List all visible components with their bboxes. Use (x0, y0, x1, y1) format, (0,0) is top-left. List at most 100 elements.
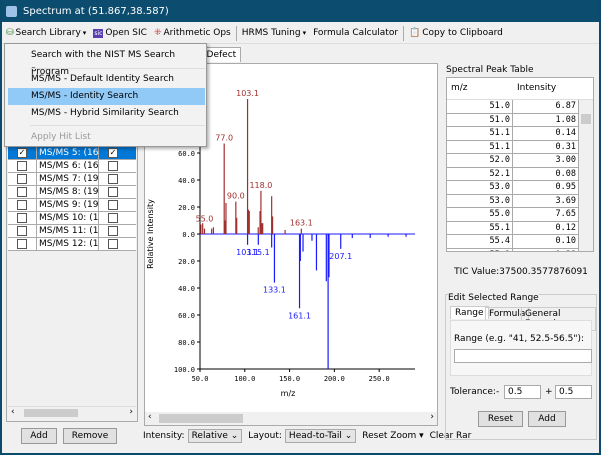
peak-table-row[interactable]: 51.1 0.14 (447, 127, 593, 141)
intensity-cell: 0.12 (513, 221, 579, 235)
include-checkbox[interactable] (17, 239, 27, 249)
tolerance-minus-input[interactable]: 0.5 (504, 385, 541, 399)
mz-cell: 55.1 (447, 221, 513, 235)
include-checkbox[interactable] (17, 174, 27, 184)
menu-item-default-identity-search[interactable]: MS/MS - Default Identity Search (8, 71, 205, 88)
intensity-value: Relative (191, 431, 228, 441)
peak-table[interactable]: m/z Intensity 51.0 6.87 51.0 1.08 51.1 0.14 51.… (446, 77, 594, 252)
reset-zoom-button[interactable]: Reset Zoom ▾ (362, 431, 423, 441)
spectrum-label: MS/MS 12: (1... (36, 237, 99, 251)
y-tick-label: 80.0 (178, 339, 195, 347)
overlay-checkbox[interactable] (108, 174, 118, 184)
intensity-cell: 3.69 (513, 194, 579, 208)
spectrum-list-row[interactable]: MS/MS 10: (1... (8, 211, 136, 225)
peak-table-row[interactable]: 52.0 3.00 (447, 154, 593, 168)
copy-clipboard-button[interactable]: 📋 Copy to Clipboard (407, 28, 505, 38)
tab-range[interactable]: Range (450, 306, 489, 319)
scroll-left-icon[interactable]: ‹ (11, 407, 15, 417)
spectrum-list-row[interactable]: ✓ MS/MS 5: (16... ✓ (8, 146, 136, 160)
spectrum-list-row[interactable]: MS/MS 6: (16... (8, 159, 136, 173)
include-checkbox[interactable]: ✓ (17, 148, 27, 158)
scroll-left-icon[interactable]: ‹ (148, 412, 152, 422)
intensity-cell: 3.00 (513, 154, 579, 168)
include-checkbox[interactable] (17, 226, 27, 236)
spectrum-window: Spectrum at (51.867,38.587) ⛁ Search Libr… (2, 0, 599, 453)
peak-table-row[interactable]: 55.0 7.65 (447, 208, 593, 222)
peak-label: 103.1 (236, 89, 259, 98)
scroll-thumb[interactable] (159, 414, 243, 423)
reset-button[interactable]: Reset (478, 411, 523, 427)
intensity-select[interactable]: Relative ⌄ (187, 429, 243, 443)
search-library-button[interactable]: ⛁ Search Library ▾ (4, 28, 88, 38)
sic-icon: sic (93, 28, 104, 38)
title-bar: Spectrum at (51.867,38.587) (2, 0, 599, 22)
tolerance-plus-input[interactable]: 0.5 (555, 385, 592, 399)
scroll-right-icon[interactable]: › (129, 407, 133, 417)
peak-table-row[interactable]: 53.0 3.69 (447, 194, 593, 208)
peak-table-row[interactable]: 51.1 0.31 (447, 140, 593, 154)
tic-value: TIC Value:37500.3577876091 (454, 267, 588, 277)
intensity-cell: 0.95 (513, 181, 579, 195)
open-sic-button[interactable]: sic Open SIC (91, 28, 149, 38)
library-icon: ⛁ (6, 28, 14, 38)
add-range-button[interactable]: Add (528, 411, 566, 427)
spectrum-list-row[interactable]: MS/MS 7: (19... (8, 172, 136, 186)
x-tick-label: 50.0 (192, 375, 209, 383)
layout-select[interactable]: Head-to-Tail ⌄ (284, 429, 357, 443)
overlay-checkbox[interactable]: ✓ (108, 148, 118, 158)
overlay-checkbox[interactable] (108, 187, 118, 197)
separator (403, 25, 405, 41)
dropdown-arrow-icon: ▾ (302, 29, 307, 37)
column-header-mz[interactable]: m/z (447, 78, 513, 99)
spectrum-list-row[interactable]: MS/MS 9: (19... (8, 198, 136, 212)
scroll-thumb[interactable] (581, 114, 591, 124)
scroll-right-icon[interactable]: › (430, 412, 434, 422)
include-checkbox[interactable] (17, 200, 27, 210)
layout-value: Head-to-Tail (288, 431, 342, 441)
tolerance-label: Tolerance: (450, 387, 496, 397)
overlay-checkbox[interactable] (108, 161, 118, 171)
hrms-tuning-button[interactable]: HRMS Tuning ▾ (240, 28, 308, 38)
x-tick-label: 250.0 (369, 375, 390, 383)
menu-item-hybrid-similarity-search[interactable]: MS/MS - Hybrid Similarity Search (8, 105, 205, 122)
add-spectrum-button[interactable]: Add (21, 428, 57, 444)
range-input[interactable] (454, 349, 592, 363)
peak-table-row[interactable]: 51.0 1.08 (447, 113, 593, 127)
include-checkbox[interactable] (17, 213, 27, 223)
peak-label: 90.0 (227, 192, 245, 201)
spectrum-list-row[interactable]: MS/MS 11: (1... (8, 224, 136, 238)
overlay-checkbox[interactable] (108, 200, 118, 210)
spectrum-list-row[interactable]: MS/MS 8: (19... (8, 185, 136, 199)
peak-table-row[interactable]: 55.90.38 (447, 248, 593, 251)
menu-item-identity-search[interactable]: MS/MS - Identity Search (8, 88, 205, 105)
include-checkbox[interactable] (17, 187, 27, 197)
intensity-cell: 0.14 (513, 127, 579, 141)
y-tick-label: 60.0 (178, 312, 195, 320)
x-tick-label: 200.0 (324, 375, 345, 383)
scroll-thumb[interactable] (24, 409, 78, 417)
clipboard-icon: 📋 (409, 28, 421, 38)
peak-table-row[interactable]: 55.1 0.12 (447, 221, 593, 235)
peak-label: 133.1 (263, 286, 286, 295)
overlay-checkbox[interactable] (108, 226, 118, 236)
spectrum-list-row[interactable]: MS/MS 12: (1... (8, 237, 136, 251)
peak-table-row[interactable]: 51.0 6.87 (447, 100, 593, 114)
peak-table-row[interactable]: 53.0 0.95 (447, 181, 593, 195)
peak-table-row[interactable]: 52.1 0.08 (447, 167, 593, 181)
overlay-checkbox[interactable] (108, 239, 118, 249)
x-axis-label: m/z (281, 389, 296, 398)
chart-scrollbar[interactable]: ‹ › (145, 412, 437, 425)
chevron-down-icon: ⌄ (230, 431, 239, 441)
include-checkbox[interactable] (17, 161, 27, 171)
vertical-scrollbar[interactable] (579, 100, 593, 251)
horizontal-scrollbar[interactable]: ‹ › (8, 406, 136, 418)
menu-item-nist-search[interactable]: Search with the NIST MS Search Program (8, 47, 205, 77)
arithmetic-ops-button[interactable]: ⁜ Arithmetic Ops (152, 28, 233, 38)
mz-cell: 55.4 (447, 235, 513, 249)
formula-calculator-button[interactable]: Formula Calculator (311, 28, 400, 38)
peak-table-row[interactable]: 55.4 0.10 (447, 235, 593, 249)
overlay-checkbox[interactable] (108, 213, 118, 223)
mz-cell: 55.9 (447, 248, 513, 251)
column-header-intensity[interactable]: Intensity (513, 78, 560, 99)
remove-spectrum-button[interactable]: Remove (63, 428, 117, 444)
